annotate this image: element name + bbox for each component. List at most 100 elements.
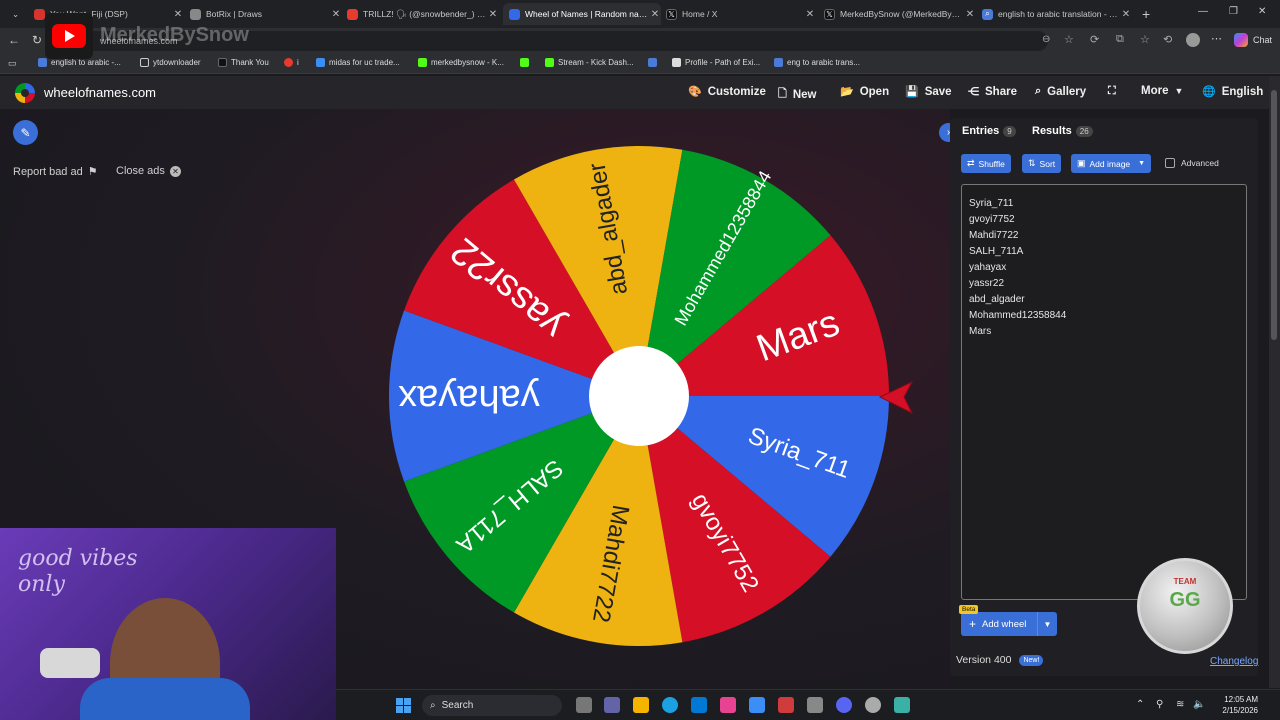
shuffle-button[interactable]: ⇄ Shuffle	[961, 154, 1011, 173]
report-bad-ad-link[interactable]: Report bad ad ⚑	[13, 165, 98, 179]
copilot-icon[interactable]	[1234, 33, 1248, 47]
reading-list-icon[interactable]: ▭	[8, 58, 17, 69]
browser-tab[interactable]: ⌕ english to arabic translation - Sea ✕	[982, 3, 1132, 25]
bookmark-item[interactable]: Thank You	[218, 58, 269, 67]
bookmark-item[interactable]: merkedbysnow - K...	[418, 58, 504, 67]
team-gg-sticker: TEAM GG	[1137, 558, 1233, 654]
search-icon	[774, 58, 783, 67]
close-ads-link[interactable]: Close ads ✕	[116, 165, 181, 177]
notepad-icon[interactable]	[894, 697, 910, 713]
bookmark-item[interactable]: midas for uc trade...	[316, 58, 400, 67]
wheel-center-hub[interactable]	[589, 346, 689, 446]
tab-close-icon[interactable]: ✕	[172, 9, 184, 20]
app-icon[interactable]	[807, 697, 823, 713]
edge-icon[interactable]	[662, 697, 678, 713]
add-wheel-dropdown[interactable]: ▼	[1037, 612, 1057, 636]
results-count-badge: 26	[1075, 125, 1093, 137]
tray-chevron-up-icon[interactable]: ⌃	[1136, 699, 1144, 710]
profile-avatar[interactable]	[1186, 33, 1200, 47]
sort-button[interactable]: ⇅ Sort	[1022, 154, 1062, 173]
browser-tab[interactable]: 𝕏 MerkedBySnow (@MerkedBySno ✕	[824, 3, 976, 25]
browser-tab[interactable]: TRILLZ! 🗣 (@snowbender_) • B ✕	[347, 3, 499, 25]
share-label: Share	[985, 85, 1017, 98]
taskbar-clock[interactable]: 12:05 AM 2/15/2026	[1204, 694, 1258, 716]
customize-button[interactable]: 🎨 Customize	[688, 85, 766, 99]
tab-close-icon[interactable]: ✕	[964, 9, 976, 20]
bookmark-item[interactable]: Stream - Kick Dash...	[545, 58, 634, 67]
copilot-taskbar-icon[interactable]	[749, 697, 765, 713]
kick-icon	[545, 58, 554, 67]
gallery-button[interactable]: ⌕ Gallery	[1035, 85, 1086, 98]
tab-results[interactable]: Results 26	[1032, 125, 1093, 137]
site-name[interactable]: wheelofnames.com	[44, 85, 156, 100]
bookmark-item[interactable]: K	[520, 58, 533, 67]
add-wheel-main[interactable]: + Add wheel	[961, 617, 1037, 631]
share-button[interactable]: ⋲ Share	[968, 85, 1017, 99]
tab-entries[interactable]: Entries 9	[962, 125, 1016, 137]
split-screen-icon[interactable]: ⧉	[1116, 33, 1124, 46]
checkbox-box[interactable]	[1165, 158, 1175, 168]
reload-icon[interactable]: ↻	[32, 33, 42, 47]
advanced-checkbox[interactable]: Advanced	[1165, 158, 1219, 168]
favorite-star-icon[interactable]: ☆	[1064, 33, 1074, 46]
tab-close-icon[interactable]: ✕	[804, 9, 816, 20]
language-button[interactable]: 🌐 English	[1202, 85, 1263, 99]
fullscreen-button[interactable]: ⛶	[1108, 85, 1122, 98]
browser-tab[interactable]: BotRix | Draws ✕	[190, 3, 342, 25]
obs-icon[interactable]	[865, 697, 881, 713]
save-button[interactable]: 💾 Save	[905, 85, 952, 99]
copilot-label[interactable]: Chat	[1253, 35, 1272, 45]
close-window-icon[interactable]: ✕	[1258, 6, 1266, 17]
palette-icon: 🎨	[688, 86, 702, 98]
discord-icon[interactable]	[836, 697, 852, 713]
minimize-icon[interactable]: —	[1198, 6, 1208, 17]
tab-list-button[interactable]: ⌄	[12, 3, 32, 25]
tab-close-icon[interactable]: ✕	[487, 9, 499, 20]
bookmark-item[interactable]: eng to arabic trans...	[774, 58, 860, 67]
add-wheel-button[interactable]: + Add wheel ▼	[961, 612, 1057, 636]
extension-icon[interactable]: ⟳	[1090, 33, 1099, 46]
store-icon[interactable]	[691, 697, 707, 713]
wheel[interactable]: Syria_711 gvoyi7752 Mahdi7722 SALH_711A yaha…	[386, 143, 892, 649]
favorites-icon[interactable]: ☆	[1140, 33, 1150, 46]
reader-icon[interactable]: ⊖	[1042, 34, 1050, 45]
back-icon[interactable]: ←	[8, 33, 20, 47]
network-icon[interactable]: ⚲	[1156, 699, 1163, 710]
app-icon[interactable]	[778, 697, 794, 713]
taskbar-search[interactable]: ⌕ Search	[422, 695, 562, 716]
tab-title: BotRix | Draws	[206, 9, 263, 19]
new-tab-button[interactable]: +	[1142, 3, 1158, 25]
app-icon[interactable]	[720, 697, 736, 713]
file-explorer-icon[interactable]	[633, 697, 649, 713]
wheel-svg[interactable]: Syria_711gvoyi7752Mahdi7722SALH_711Ayaha…	[386, 143, 892, 649]
page-scrollbar-thumb[interactable]	[1271, 90, 1277, 340]
bookmark-item[interactable]: i	[284, 58, 299, 67]
new-button[interactable]: 🗋 New	[778, 85, 817, 104]
history-icon[interactable]: ⟲	[1163, 33, 1172, 46]
task-view-icon[interactable]	[576, 697, 592, 713]
edit-pencil-button[interactable]: ✎	[13, 120, 38, 145]
bookmark-item[interactable]: Q	[648, 58, 661, 67]
browser-tab-active[interactable]: Wheel of Names | Random name ✕	[503, 3, 661, 25]
save-icon: 💾	[905, 86, 919, 98]
tab-close-icon[interactable]: ✕	[1120, 9, 1132, 20]
more-button[interactable]: More ▼	[1141, 85, 1183, 97]
add-image-button[interactable]: ▣ Add image ▼	[1071, 154, 1152, 173]
tab-close-icon[interactable]: ✕	[649, 9, 661, 20]
tab-close-icon[interactable]: ✕	[330, 9, 342, 20]
restore-icon[interactable]: ❐	[1229, 6, 1238, 17]
open-button[interactable]: 📂 Open	[840, 85, 889, 99]
tab-favicon-icon	[509, 8, 520, 20]
bookmark-item[interactable]: Profile - Path of Exi...	[672, 58, 760, 67]
bookmark-item[interactable]: ytdownloader	[140, 58, 201, 67]
entries-textarea[interactable]: Syria_711 gvoyi7752 Mahdi7722 SALH_711A …	[961, 184, 1247, 600]
sticker-main-text: GG	[1169, 589, 1201, 611]
more-menu-icon[interactable]: ⋯	[1211, 32, 1222, 45]
wheel-logo-icon[interactable]	[15, 83, 35, 103]
teams-icon[interactable]	[604, 697, 620, 713]
bookmark-item[interactable]: english to arabic -...	[38, 58, 121, 67]
wifi-icon[interactable]: ≋	[1176, 699, 1184, 710]
browser-tab[interactable]: 𝕏 Home / X ✕	[666, 3, 816, 25]
windows-start-icon[interactable]	[396, 698, 411, 713]
changelog-link[interactable]: Changelog	[1210, 656, 1258, 667]
